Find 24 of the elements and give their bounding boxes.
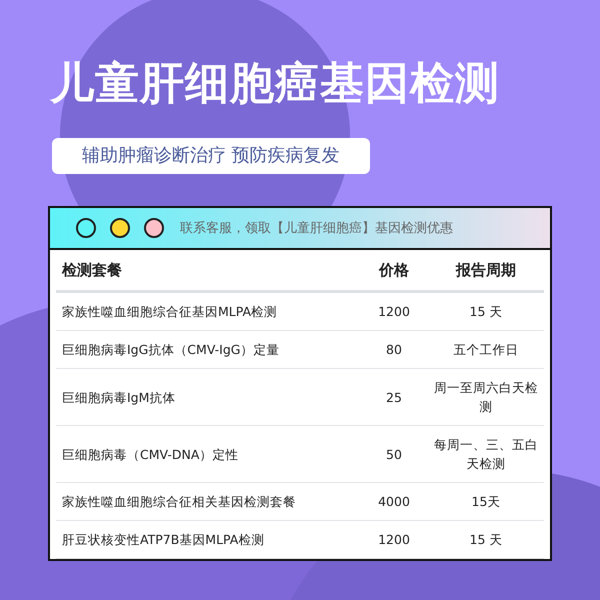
price-cell: 1200 (360, 520, 428, 558)
price-cell: 80 (360, 330, 428, 368)
banner-text: 联系客服，领取【儿童肝细胞癌】基因检测优惠 (180, 220, 453, 237)
column-header: 报告周期 (428, 250, 544, 292)
report-period-cell: 周一至周六白天检测 (428, 368, 544, 426)
package-name-cell: 巨细胞病毒IgM抗体 (56, 368, 360, 426)
package-name-cell: 肝豆状核变性ATP7B基因MLPA检测 (56, 520, 360, 558)
report-period-cell: 五个工作日 (428, 330, 544, 368)
report-period-cell: 15 天 (428, 520, 544, 558)
report-period-cell: 每周一、三、五白天检测 (428, 426, 544, 482)
column-header: 价格 (360, 250, 428, 292)
price-cell: 4000 (360, 482, 428, 520)
report-period-cell: 15 天 (428, 292, 544, 330)
page-title: 儿童肝细胞癌基因检测 (50, 57, 500, 111)
price-cell: 1200 (360, 292, 428, 330)
package-name-cell: 家族性噬血细胞综合征基因MLPA检测 (56, 292, 360, 330)
subtitle-label: 辅助肿瘤诊断治疗 预防疾病复发 (52, 138, 370, 174)
package-name-cell: 巨细胞病毒IgG抗体（CMV-IgG）定量 (56, 330, 360, 368)
column-header: 检测套餐 (56, 250, 360, 292)
package-name-cell: 家族性噬血细胞综合征相关基因检测套餐 (56, 482, 360, 520)
price-cell: 50 (360, 426, 428, 482)
report-period-cell: 15天 (428, 482, 544, 520)
price-cell: 25 (360, 368, 428, 426)
package-name-cell: 巨细胞病毒（CMV-DNA）定性 (56, 426, 360, 482)
